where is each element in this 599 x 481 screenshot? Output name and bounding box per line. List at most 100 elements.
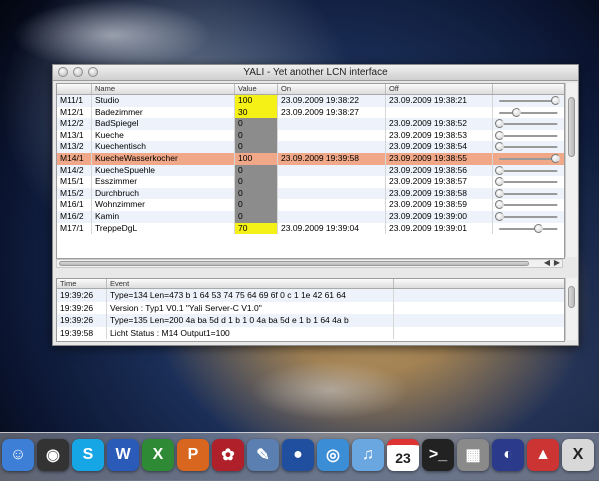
skype-icon[interactable]: S	[72, 439, 104, 471]
scroll-right-icon[interactable]: ▶	[554, 258, 560, 267]
zoom-button[interactable]	[88, 67, 98, 77]
table-row[interactable]: M15/1 Esszimmer 0 23.09.2009 19:38:57	[57, 176, 564, 188]
output-on-time: 23.09.2009 19:38:27	[278, 106, 386, 119]
slider-track[interactable]	[499, 215, 558, 218]
safari-icon[interactable]: ◎	[317, 439, 349, 471]
table-row[interactable]: M11/1 Studio 100 23.09.2009 19:38:22 23.09.2…	[57, 95, 564, 107]
column-header-value[interactable]: Value	[235, 84, 278, 94]
slider-knob[interactable]	[495, 177, 504, 187]
terminal-icon[interactable]: >_	[422, 439, 454, 471]
slider-knob[interactable]	[495, 130, 504, 140]
outputs-vertical-scrollbar[interactable]	[565, 83, 577, 257]
slider-track[interactable]	[499, 146, 558, 149]
ical-icon[interactable]: 23	[387, 439, 419, 471]
close-button[interactable]	[58, 67, 68, 77]
table-row[interactable]: M15/2 Durchbruch 0 23.09.2009 19:38:58	[57, 187, 564, 200]
slider-knob[interactable]	[534, 223, 544, 233]
output-id: M13/2	[57, 141, 92, 153]
dimmer-slider[interactable]	[493, 95, 564, 107]
slider-knob[interactable]	[511, 107, 521, 117]
slider-knob[interactable]	[551, 153, 560, 163]
slider-track[interactable]	[499, 134, 558, 137]
dimmer-slider[interactable]	[493, 223, 564, 235]
outputs-horizontal-scrollbar[interactable]: ◀ ▶	[56, 258, 563, 268]
dimmer-slider[interactable]	[493, 176, 564, 188]
slider-knob[interactable]	[495, 188, 504, 198]
dimmer-slider[interactable]	[493, 153, 564, 165]
column-header-id[interactable]	[57, 84, 92, 94]
slider-knob[interactable]	[495, 165, 504, 175]
table-row[interactable]: M17/1 TreppeDgL 70 23.09.2009 19:39:04 23.09…	[57, 222, 564, 235]
column-header-time[interactable]: Time	[57, 279, 107, 288]
slider-track[interactable]	[499, 169, 558, 172]
dimmer-slider[interactable]	[493, 188, 564, 200]
scroll-left-icon[interactable]: ◀	[544, 258, 550, 267]
x11-icon[interactable]: X	[562, 439, 594, 471]
slider-track[interactable]	[499, 157, 558, 160]
calculator-icon[interactable]: ▦	[457, 439, 489, 471]
dimmer-slider[interactable]	[493, 165, 564, 177]
dashboard-icon[interactable]: ◉	[37, 439, 69, 471]
dimmer-slider[interactable]	[493, 118, 564, 130]
slider-knob[interactable]	[495, 142, 504, 152]
table-row[interactable]: M13/1 Kueche 0 23.09.2009 19:38:53	[57, 129, 564, 142]
table-row[interactable]: M14/2 KuecheSpuehle 0 23.09.2009 19:38:56	[57, 164, 564, 177]
google-earth-icon[interactable]: ●	[282, 439, 314, 471]
log-row[interactable]: 19:39:58 Licht Status : M14 Output1=100	[57, 326, 564, 340]
output-name: Kueche	[92, 129, 235, 142]
log-event: Licht Status : M14 Output1=100	[107, 326, 394, 340]
scroll-thumb[interactable]	[568, 97, 575, 157]
column-header-off[interactable]: Off	[386, 84, 493, 94]
word-icon[interactable]: W	[107, 439, 139, 471]
output-name: Wohnzimmer	[92, 199, 235, 211]
powerpoint-icon[interactable]: P	[177, 439, 209, 471]
log-row[interactable]: 19:39:26 Version : Typ1 V0.1 "Yali Server…	[57, 301, 564, 315]
slider-track[interactable]	[499, 204, 558, 207]
slider-track[interactable]	[499, 111, 558, 114]
output-off-time: 23.09.2009 19:38:58	[386, 187, 493, 200]
slider-track[interactable]	[499, 227, 558, 230]
desktop-cloud	[250, 360, 410, 420]
window-titlebar[interactable]: YALI - Yet another LCN interface	[53, 65, 578, 81]
column-header-event[interactable]: Event	[107, 279, 394, 288]
dimmer-slider[interactable]	[493, 141, 564, 153]
column-header-on[interactable]: On	[278, 84, 386, 94]
dimmer-slider[interactable]	[493, 130, 564, 142]
slider-track[interactable]	[499, 100, 558, 102]
output-name: Esszimmer	[92, 176, 235, 188]
table-row[interactable]: M16/1 Wohnzimmer 0 23.09.2009 19:38:59	[57, 199, 564, 211]
column-header-name[interactable]: Name	[92, 84, 235, 94]
output-name: Kuechentisch	[92, 141, 235, 153]
scroll-thumb[interactable]	[59, 261, 529, 266]
finder-icon[interactable]: ☺	[2, 439, 34, 471]
photo-booth-icon[interactable]: ✿	[212, 439, 244, 471]
table-row[interactable]: M13/2 Kuechentisch 0 23.09.2009 19:38:54	[57, 141, 564, 153]
output-id: M15/2	[57, 187, 92, 200]
log-row[interactable]: 19:39:26 Type=135 Len=200 4a ba 5d d 1 b …	[57, 314, 564, 327]
slider-knob[interactable]	[495, 119, 504, 129]
slider-track[interactable]	[499, 123, 558, 126]
slider-track[interactable]	[499, 181, 558, 184]
preview-icon[interactable]: ✎	[247, 439, 279, 471]
table-row[interactable]: M16/2 Kamin 0 23.09.2009 19:39:00	[57, 210, 564, 223]
slider-track[interactable]	[499, 192, 558, 195]
output-on-time: 23.09.2009 19:39:04	[278, 222, 386, 235]
excel-icon[interactable]: X	[142, 439, 174, 471]
table-row[interactable]: M12/1 Badezimmer 30 23.09.2009 19:38:27	[57, 106, 564, 119]
scroll-thumb[interactable]	[568, 286, 575, 308]
slider-knob[interactable]	[551, 96, 560, 105]
itunes-icon[interactable]: ♫	[352, 439, 384, 471]
dimmer-slider[interactable]	[493, 199, 564, 211]
event-log-scrollbar[interactable]	[565, 278, 577, 340]
log-row[interactable]: 19:39:26 Type=134 Len=473 b 1 64 53 74 75…	[57, 289, 564, 302]
slider-knob[interactable]	[495, 211, 504, 221]
slider-knob[interactable]	[495, 200, 504, 210]
dimmer-slider[interactable]	[493, 107, 564, 119]
activity-monitor-icon[interactable]: ▲	[527, 439, 559, 471]
output-name: BadSpiegel	[92, 118, 235, 130]
eclipse-icon[interactable]: ◐	[492, 439, 524, 471]
table-row[interactable]: M12/2 BadSpiegel 0 23.09.2009 19:38:52	[57, 118, 564, 130]
dimmer-slider[interactable]	[493, 211, 564, 223]
minimize-button[interactable]	[73, 67, 83, 77]
table-row[interactable]: M14/1 KuecheWasserkocher 100 23.09.2009 19:…	[57, 152, 564, 165]
